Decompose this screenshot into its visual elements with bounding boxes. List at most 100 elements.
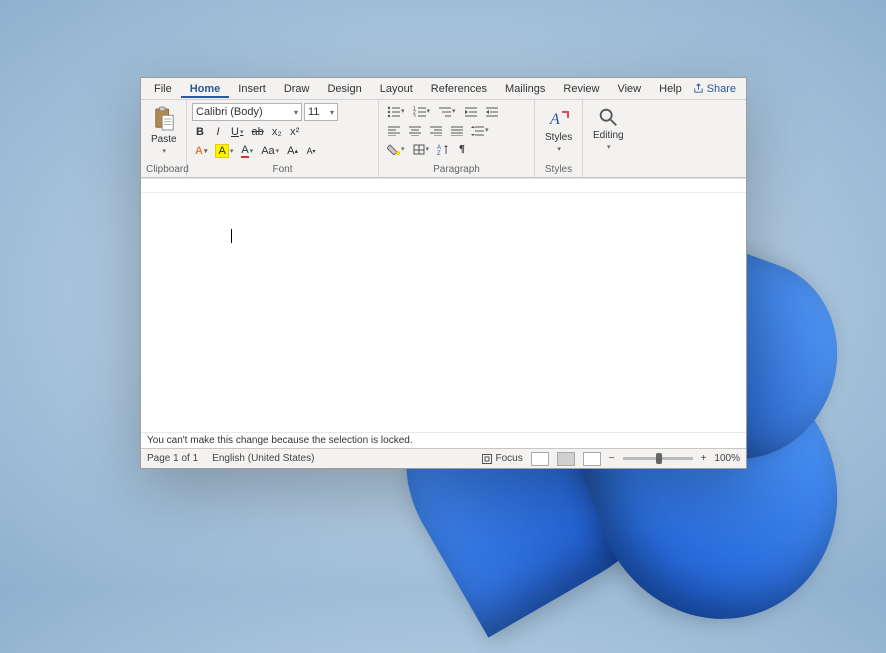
zoom-out-button[interactable]: − [609,453,615,464]
justify-icon [450,125,463,136]
font-group-label: Font [192,163,373,177]
change-case-button[interactable]: Aa▾ [258,143,282,159]
chevron-down-icon: ▾ [426,145,430,153]
tab-design[interactable]: Design [318,80,370,98]
group-clipboard: Paste ▾ Clipboard [141,100,187,177]
document-page[interactable] [141,193,746,432]
clipboard-icon [153,106,175,132]
number-list-icon: 123 [413,106,426,117]
page-indicator[interactable]: Page 1 of 1 [147,453,198,464]
text-effects-button[interactable]: A▾ [192,143,210,159]
shading-icon [387,144,400,155]
group-paragraph: ▾ 123▾ ▾ ▾ ▾ ▾ AZ ¶ [379,100,535,177]
strikethrough-button[interactable]: ab [248,124,266,140]
tab-view[interactable]: View [608,80,650,98]
focus-icon [481,453,493,465]
shading-button[interactable]: ▾ [384,141,408,157]
tab-references[interactable]: References [422,80,496,98]
tab-help[interactable]: Help [650,80,691,98]
font-name-combo[interactable]: Calibri (Body) ▾ [192,103,302,121]
print-layout-view-button[interactable] [557,452,575,466]
align-center-icon [408,125,421,136]
paste-button[interactable]: Paste ▾ [146,103,182,158]
search-icon [597,106,619,128]
styles-label: Styles [545,132,572,143]
chevron-down-icon: ▾ [330,108,334,117]
chevron-down-icon: ▾ [250,147,254,155]
tab-mailings[interactable]: Mailings [496,80,554,98]
font-size-combo[interactable]: 11 ▾ [304,103,338,121]
superscript-button[interactable]: x² [287,124,303,140]
decrease-indent-button[interactable] [461,103,480,119]
align-center-button[interactable] [405,122,424,138]
chevron-down-icon: ▾ [401,107,405,115]
show-marks-button[interactable]: ¶ [454,141,470,157]
svg-text:Z: Z [437,151,441,155]
multilevel-list-button[interactable]: ▾ [435,103,459,119]
group-font: Calibri (Body) ▾ 11 ▾ B I U▾ ab x₂ x² [187,100,379,177]
share-icon [693,83,704,94]
line-spacing-button[interactable]: ▾ [468,122,492,138]
subscript-button[interactable]: x₂ [269,124,285,140]
sort-icon: AZ [437,144,449,155]
bullets-button[interactable]: ▾ [384,103,408,119]
zoom-level[interactable]: 100% [714,453,740,464]
chevron-down-icon: ▾ [276,147,280,155]
font-color-button[interactable]: A▾ [238,143,256,159]
zoom-in-button[interactable]: + [701,453,707,464]
chevron-down-icon: ▾ [557,145,561,153]
editing-button[interactable]: Editing ▾ [588,103,629,154]
ribbon: Paste ▾ Clipboard Calibri (Body) ▾ 11 ▾ [141,100,746,178]
styles-button[interactable]: A Styles ▾ [540,103,577,156]
grow-font-button[interactable]: A▴ [284,143,301,159]
italic-button[interactable]: I [210,124,226,140]
increase-indent-button[interactable] [482,103,501,119]
sort-button[interactable]: AZ [434,141,452,157]
tab-file[interactable]: File [145,80,181,98]
styles-group-label: Styles [540,163,577,177]
tab-layout[interactable]: Layout [371,80,422,98]
chevron-down-icon: ▾ [294,108,298,117]
language-indicator[interactable]: English (United States) [212,453,314,464]
line-spacing-icon [471,125,484,136]
paragraph-group-label: Paragraph [384,163,529,177]
tab-draw[interactable]: Draw [275,80,319,98]
share-button[interactable]: Share [693,83,742,95]
svg-text:3: 3 [413,114,416,117]
group-editing: Editing ▾ [583,100,633,177]
horizontal-ruler[interactable] [141,179,746,193]
multilevel-list-icon [438,106,451,117]
clipboard-group-label: Clipboard [146,163,181,177]
font-size-value: 11 [308,106,319,118]
tab-insert[interactable]: Insert [229,80,275,98]
focus-mode-button[interactable]: Focus [481,453,523,465]
bullet-list-icon [387,106,400,117]
share-label: Share [707,83,736,95]
chevron-down-icon: ▾ [485,126,489,134]
align-left-button[interactable] [384,122,403,138]
borders-icon [413,144,425,155]
underline-button[interactable]: U▾ [228,124,246,140]
shrink-font-button[interactable]: A▾ [303,143,319,159]
ribbon-tabbar: File Home Insert Draw Design Layout Refe… [141,78,746,100]
highlight-button[interactable]: A▾ [212,143,236,159]
group-styles: A Styles ▾ Styles [535,100,583,177]
justify-button[interactable] [447,122,466,138]
read-mode-view-button[interactable] [531,452,549,466]
status-bar: Page 1 of 1 English (United States) Focu… [141,448,746,468]
align-right-button[interactable] [426,122,445,138]
align-right-icon [429,125,442,136]
tab-review[interactable]: Review [554,80,608,98]
numbering-button[interactable]: 123▾ [410,103,434,119]
tab-home[interactable]: Home [181,80,230,98]
bold-button[interactable]: B [192,124,208,140]
chevron-down-icon: ▾ [401,145,405,153]
web-layout-view-button[interactable] [583,452,601,466]
selection-locked-message: You can't make this change because the s… [141,432,746,448]
borders-button[interactable]: ▾ [410,141,433,157]
document-area: You can't make this change because the s… [141,178,746,448]
chevron-down-icon: ▾ [204,147,208,155]
chevron-down-icon: ▾ [427,107,431,115]
zoom-slider[interactable] [623,457,693,460]
increase-indent-icon [485,106,498,117]
